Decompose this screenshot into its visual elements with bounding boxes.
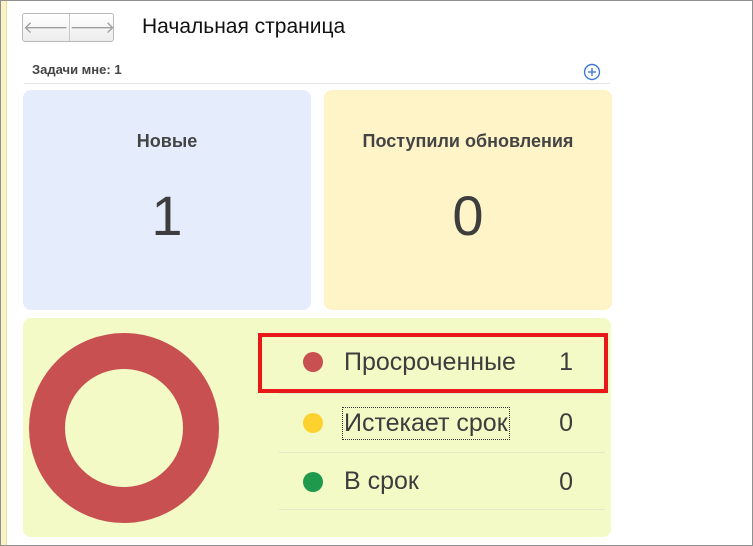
status-label-expiring: Истекает срок: [342, 407, 510, 440]
plus-circle-icon[interactable]: [583, 63, 601, 81]
arrow-left-icon: 🡐: [23, 17, 69, 37]
tile-new-count: 1: [151, 184, 183, 247]
page-title: Начальная страница: [142, 15, 346, 38]
tile-updates-count: 0: [452, 184, 484, 247]
status-count-expiring: 0: [559, 409, 573, 437]
status-label-on-time: В срок: [344, 467, 419, 495]
tile-new-tasks[interactable]: Новые 1: [23, 90, 311, 310]
arrow-right-icon: 🡒: [69, 17, 116, 37]
status-count-on-time: 0: [559, 468, 573, 496]
back-button[interactable]: 🡐: [23, 14, 69, 41]
status-donut-chart[interactable]: [29, 333, 219, 523]
status-dot-on-time: [303, 472, 323, 492]
tasks-header: Задачи мне: 1: [32, 62, 122, 77]
status-dot-expiring: [303, 413, 323, 433]
status-item-on-time[interactable]: В срок 0: [279, 452, 605, 510]
navigation-buttons: 🡐 🡒: [22, 13, 116, 42]
status-item-expiring[interactable]: Истекает срок 0: [279, 393, 605, 451]
tile-updates[interactable]: Поступили обновления 0: [324, 90, 612, 310]
donut-ring-overdue: [29, 333, 219, 523]
tile-updates-label: Поступили обновления: [362, 131, 574, 151]
forward-button[interactable]: 🡒: [68, 14, 116, 41]
left-panel-strip: [1, 1, 7, 545]
tile-new-label: Новые: [136, 131, 198, 151]
header-divider: [24, 83, 610, 84]
highlight-annotation: [258, 333, 608, 393]
